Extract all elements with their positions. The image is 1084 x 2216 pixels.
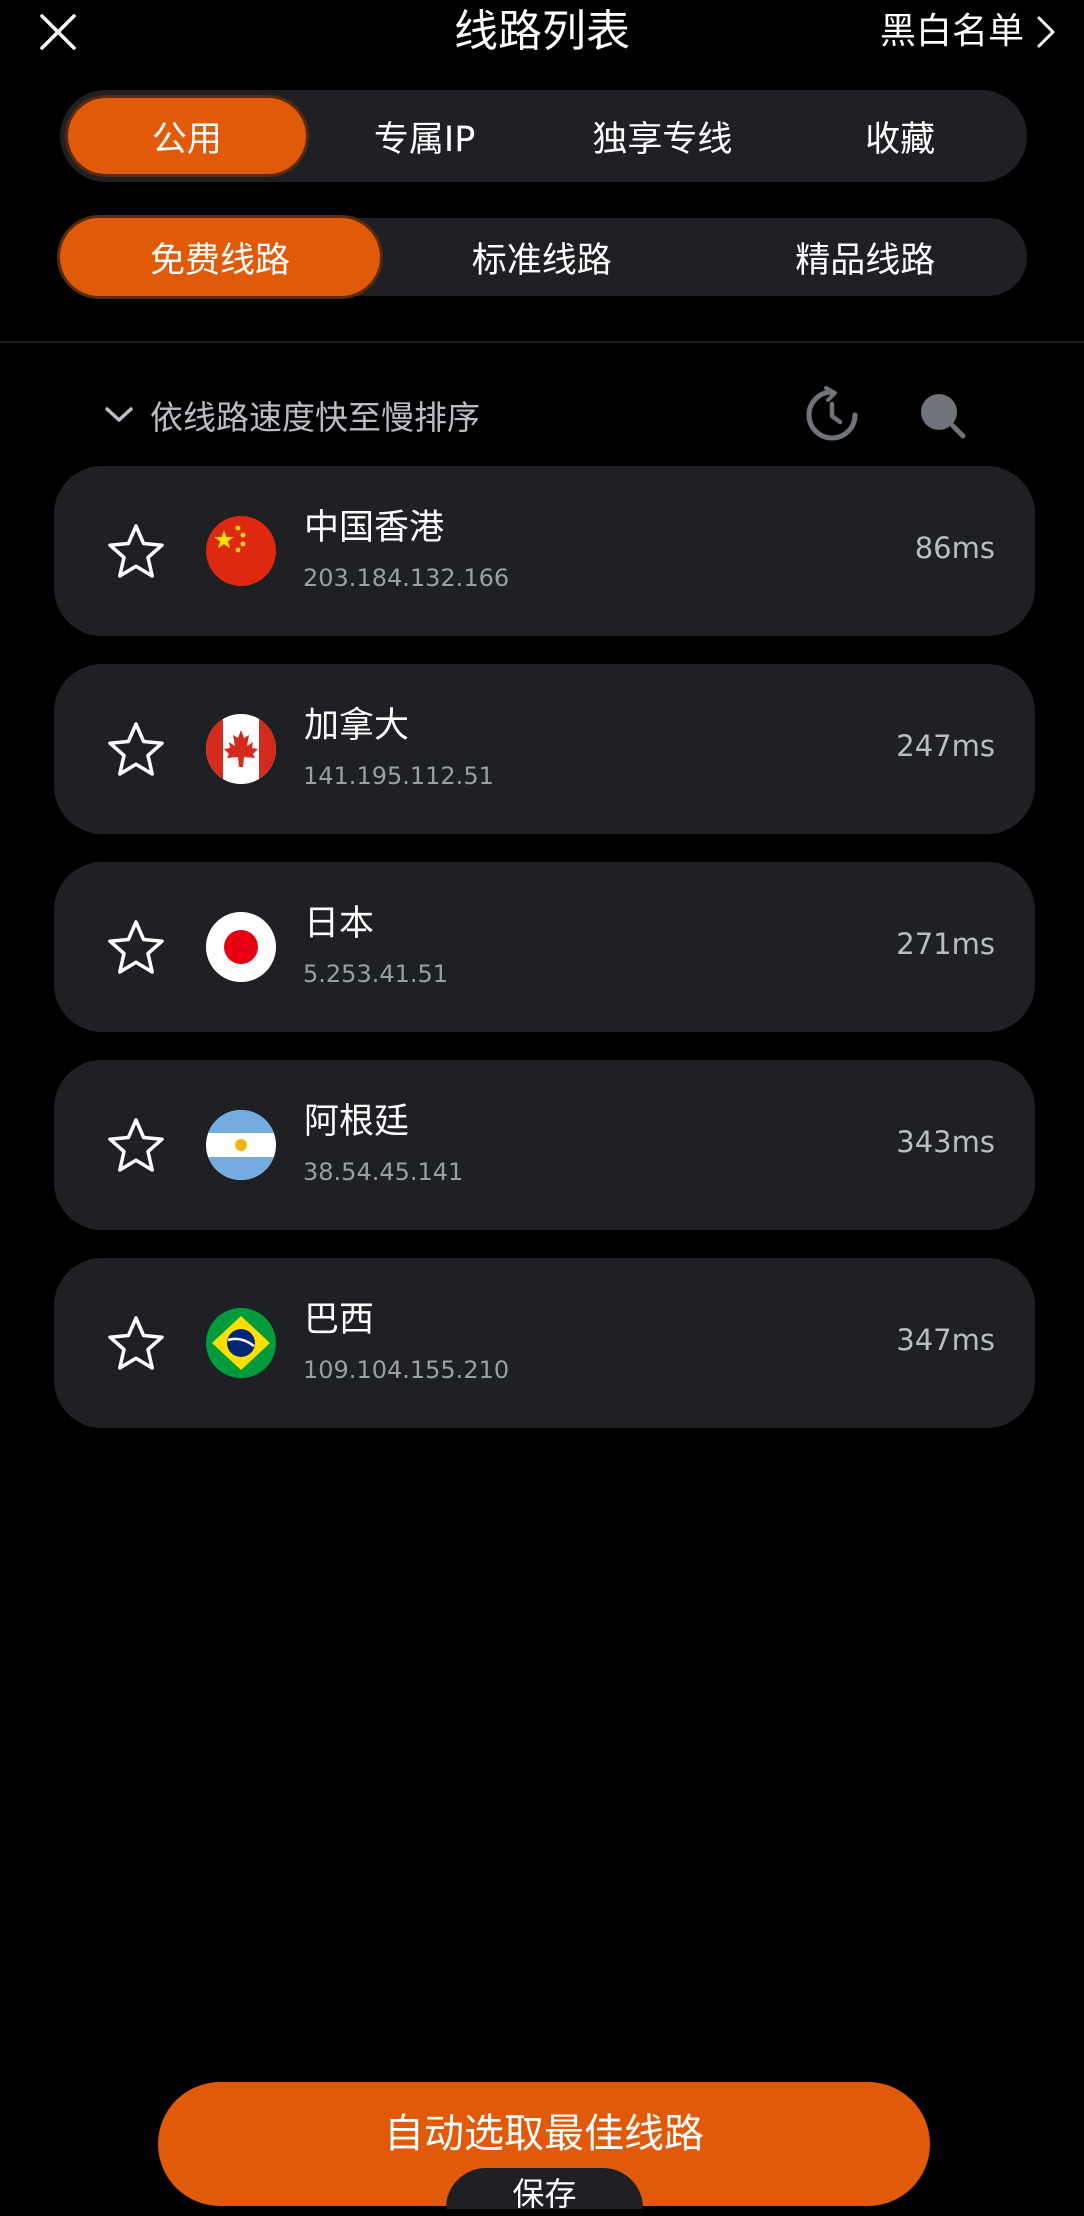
divider [0,341,1084,343]
blackwhite-list-label: 黑白名单 [879,11,1024,52]
route-card[interactable]: 巴西 109.104.155.210 347ms [54,1258,1035,1428]
blackwhite-list-link[interactable]: 黑白名单 [880,4,1056,60]
star-icon[interactable] [106,918,166,976]
brazil-flag-icon [206,1308,276,1378]
route-name: 巴西 [304,1300,375,1340]
route-card[interactable]: 加拿大 141.195.112.51 247ms [54,664,1035,834]
save-label: 保存 [512,2175,577,2213]
route-card[interactable]: 中国香港 203.184.132.166 86ms [54,466,1035,636]
save-button[interactable]: 保存 [446,2168,643,2213]
argentina-flag-icon [206,1110,276,1180]
sort-dropdown[interactable]: 依线路速度快至慢排序 [104,385,480,445]
route-latency: 271ms [896,927,995,961]
star-icon[interactable] [106,522,166,580]
tab-favorites[interactable]: 收藏 [781,98,1019,174]
secondary-tab-bar: 免费线路 标准线路 精品线路 [60,218,1027,296]
route-ip: 38.54.45.141 [303,1158,464,1186]
refresh-icon [806,386,858,441]
chevron-down-icon [105,407,133,422]
search-icon [921,394,966,439]
route-name: 阿根廷 [304,1102,410,1142]
canada-flag-icon [206,714,276,784]
star-icon[interactable] [106,1116,166,1174]
star-icon[interactable] [106,1314,166,1372]
route-ip: 5.253.41.51 [303,960,449,988]
tab-dedicated-ip[interactable]: 专属IP [306,98,544,174]
route-ip: 203.184.132.166 [303,564,510,592]
chevron-right-icon [1037,16,1055,48]
route-latency: 343ms [896,1125,995,1159]
route-list: 中国香港 203.184.132.166 86ms 加拿大 141.195.11… [54,466,1035,1456]
route-name: 加拿大 [304,706,410,746]
sort-label: 依线路速度快至慢排序 [150,398,480,437]
refresh-button[interactable] [803,386,861,444]
route-latency: 247ms [896,729,995,763]
tab-premium-lines[interactable]: 精品线路 [704,218,1028,296]
route-ip: 109.104.155.210 [303,1356,510,1384]
route-latency: 347ms [896,1323,995,1357]
route-card[interactable]: 日本 5.253.41.51 271ms [54,862,1035,1032]
tab-free-lines[interactable]: 免费线路 [60,218,380,296]
tab-public[interactable]: 公用 [68,98,306,174]
japan-flag-icon [206,912,276,982]
search-button[interactable] [913,386,971,444]
tab-standard-lines[interactable]: 标准线路 [380,218,704,296]
route-name: 日本 [304,904,375,944]
route-card[interactable]: 阿根廷 38.54.45.141 343ms [54,1060,1035,1230]
china-flag-icon [206,516,276,586]
star-icon[interactable] [106,720,166,778]
route-latency: 86ms [914,531,995,565]
primary-tab-bar: 公用 专属IP 独享专线 收藏 [60,90,1027,182]
route-name: 中国香港 [304,508,445,548]
header-bar: 线路列表 黑白名单 [0,0,1084,62]
tab-exclusive-line[interactable]: 独享专线 [544,98,782,174]
route-ip: 141.195.112.51 [303,762,494,790]
